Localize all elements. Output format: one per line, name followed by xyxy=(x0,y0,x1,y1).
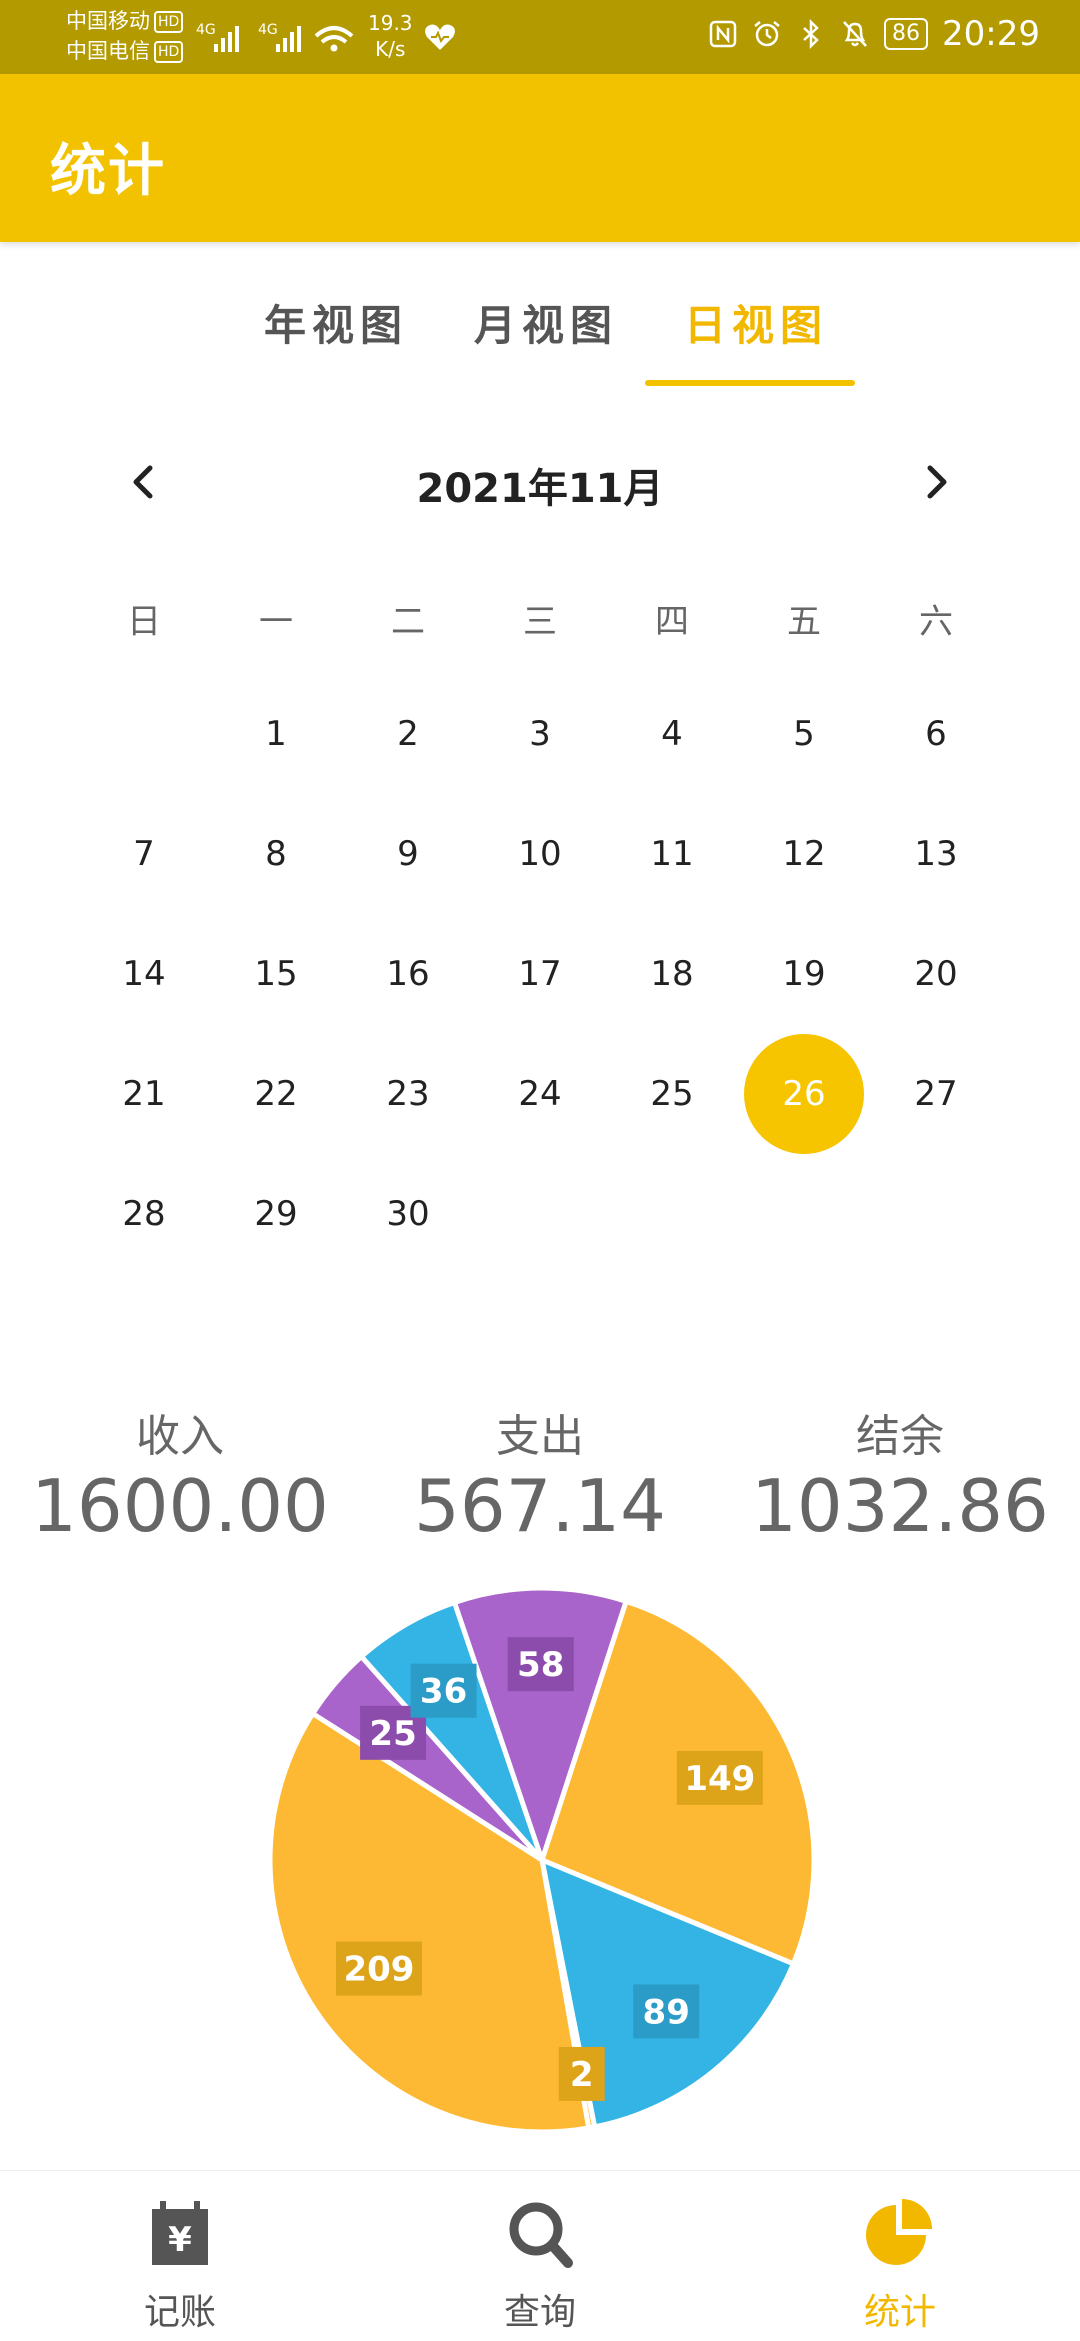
calendar-day[interactable]: 3 xyxy=(480,674,600,794)
hd-badge: HD xyxy=(154,11,184,33)
signal-type-2: 4G xyxy=(258,22,278,38)
calendar-day[interactable]: 7 xyxy=(84,794,204,914)
calendar-day[interactable]: 9 xyxy=(348,794,468,914)
calendar-day[interactable]: 14 xyxy=(84,914,204,1034)
pie-chart: 149 89 2 209 2536 58 xyxy=(267,1585,817,2135)
pie-slice-label: 209 xyxy=(335,1941,422,1996)
pie-chart-icon xyxy=(866,2199,932,2265)
signal-icon: 4G 4G xyxy=(196,22,354,52)
calendar-day[interactable]: 27 xyxy=(876,1034,996,1154)
nav-query-label: 查询 xyxy=(503,2292,576,2333)
pie-slice-label: 36 xyxy=(410,1663,477,1718)
bluetooth-icon xyxy=(796,19,826,49)
svg-text:2: 2 xyxy=(570,2055,594,2095)
nfc-icon xyxy=(708,19,738,49)
carrier-info: 中国移动 HD 中国电信 HD xyxy=(66,6,184,66)
weekday-label: 四 xyxy=(655,602,689,642)
mute-icon xyxy=(840,19,870,49)
weekday-label: 一 xyxy=(259,602,293,642)
expense-value: 567.14 xyxy=(414,1464,666,1548)
pie-slice-label: 89 xyxy=(633,1984,700,2039)
pie-slice-label: 149 xyxy=(676,1750,763,1805)
calendar-day[interactable]: 15 xyxy=(216,914,336,1034)
chevron-right-icon xyxy=(927,465,947,499)
calendar-day[interactable]: 11 xyxy=(612,794,732,914)
weekday-label: 六 xyxy=(919,602,953,642)
weekday-label: 三 xyxy=(523,602,557,642)
calendar-day[interactable]: 5 xyxy=(744,674,864,794)
tab-day-view[interactable]: 日视图 xyxy=(684,292,828,353)
nav-statistics-label: 统计 xyxy=(863,2292,936,2333)
calendar-day[interactable]: 1 xyxy=(216,674,336,794)
calendar-day[interactable]: 19 xyxy=(744,914,864,1034)
signal-type-1: 4G xyxy=(196,22,216,38)
svg-text:149: 149 xyxy=(684,1759,755,1799)
calendar-day[interactable]: 28 xyxy=(84,1154,204,1274)
search-icon xyxy=(509,2202,573,2268)
nav-statistics[interactable]: 统计 xyxy=(720,2171,1080,2341)
calendar-day[interactable]: 13 xyxy=(876,794,996,914)
calendar-day[interactable]: 12 xyxy=(744,794,864,914)
calendar-day[interactable]: 17 xyxy=(480,914,600,1034)
expense-label: 支出 xyxy=(496,1411,584,1462)
calendar-day[interactable]: 16 xyxy=(348,914,468,1034)
carrier-1: 中国移动 xyxy=(66,9,150,33)
calendar-day[interactable]: 25 xyxy=(612,1034,732,1154)
calendar-day[interactable]: 29 xyxy=(216,1154,336,1274)
net-speed-unit: K/s xyxy=(375,37,406,61)
net-speed-value: 19.3 xyxy=(368,11,413,35)
calendar-day[interactable]: 20 xyxy=(876,914,996,1034)
svg-text:209: 209 xyxy=(343,1950,414,1990)
calendar-day[interactable]: 22 xyxy=(216,1034,336,1154)
svg-text:36: 36 xyxy=(420,1672,467,1712)
balance-value: 1032.86 xyxy=(751,1464,1049,1548)
pie-slice-label: 58 xyxy=(507,1637,574,1692)
calendar-day-selected[interactable]: 26 xyxy=(744,1034,864,1154)
calendar-day[interactable]: 2 xyxy=(348,674,468,794)
weekday-label: 日 xyxy=(127,602,161,642)
pie-slice-label: 2 xyxy=(558,2046,605,2101)
calendar-day[interactable]: 24 xyxy=(480,1034,600,1154)
hd-badge: HD xyxy=(154,41,184,63)
calendar-day[interactable]: 6 xyxy=(876,674,996,794)
carrier-2: 中国电信 xyxy=(66,39,150,63)
next-month-button[interactable] xyxy=(906,452,966,512)
nav-ledger-label: 记账 xyxy=(143,2292,216,2333)
nav-ledger[interactable]: ¥ 记账 xyxy=(0,2171,360,2341)
svg-text:25: 25 xyxy=(369,1714,416,1754)
calendar-day[interactable]: 4 xyxy=(612,674,732,794)
calendar-day[interactable]: 18 xyxy=(612,914,732,1034)
net-speed: 19.3 K/s xyxy=(368,10,413,62)
status-bar: 中国移动 HD 中国电信 HD 4G 4G 19.3 K/s 86 20:29 xyxy=(0,0,1080,74)
weekday-label: 五 xyxy=(787,602,821,642)
nav-query[interactable]: 查询 xyxy=(360,2171,720,2341)
ledger-icon: ¥ xyxy=(152,2201,208,2265)
bottom-nav: ¥ 记账 查询 统计 xyxy=(0,2170,1080,2341)
page-title: 统计 xyxy=(50,139,166,204)
alarm-icon xyxy=(752,19,782,49)
svg-text:58: 58 xyxy=(517,1645,564,1685)
calendar-day[interactable]: 21 xyxy=(84,1034,204,1154)
calendar-day[interactable]: 10 xyxy=(480,794,600,914)
heart-icon xyxy=(425,24,455,50)
calendar-day[interactable]: 30 xyxy=(348,1154,468,1274)
calendar-day[interactable]: 8 xyxy=(216,794,336,914)
tab-month-view[interactable]: 月视图 xyxy=(474,292,618,353)
ledger-symbol: ¥ xyxy=(168,2220,192,2260)
tab-indicator xyxy=(645,380,855,386)
status-icons: 86 20:29 xyxy=(708,14,1040,54)
app-bar: 统计 xyxy=(0,74,1080,242)
battery-indicator: 86 xyxy=(884,18,929,50)
income-label: 收入 xyxy=(136,1411,224,1462)
svg-text:89: 89 xyxy=(643,1992,690,2032)
balance-label: 结余 xyxy=(856,1411,944,1462)
clock: 20:29 xyxy=(942,14,1040,54)
calendar-day[interactable]: 23 xyxy=(348,1034,468,1154)
tab-year-view[interactable]: 年视图 xyxy=(264,292,408,353)
income-value: 1600.00 xyxy=(31,1464,329,1548)
weekday-label: 二 xyxy=(391,602,425,642)
